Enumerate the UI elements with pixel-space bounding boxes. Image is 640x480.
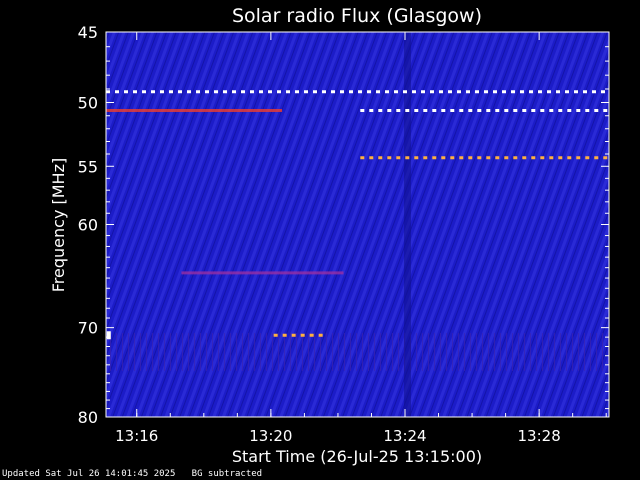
y-axis-label: Frequency [MHz] <box>49 158 68 292</box>
y-tick-label: 70 <box>78 319 98 338</box>
x-tick-label: 13:28 <box>518 427 561 445</box>
status-line: Updated Sat Jul 26 14:01:45 2025 BG subt… <box>2 469 262 479</box>
x-tick-label: 13:20 <box>249 427 292 445</box>
time-dropout-stripe <box>404 32 411 417</box>
spectrogram-chart: 13:16 13:20 13:24 13:28 45 50 55 60 70 80 Solar … <box>49 5 610 466</box>
y-tick-label: 80 <box>78 408 98 427</box>
x-axis-label: Start Time (26-Jul-25 13:15:00) <box>232 447 482 466</box>
y-tick-label: 50 <box>78 94 98 113</box>
x-tick-label: 13:16 <box>115 427 158 445</box>
y-tick-label: 45 <box>78 23 98 42</box>
emission-band <box>106 108 283 112</box>
plot-area <box>106 32 609 417</box>
emission-band <box>181 271 344 275</box>
bg-subtracted-note: BG subtracted <box>191 469 263 479</box>
y-tick-label: 55 <box>78 157 98 176</box>
x-tick-label: 13:24 <box>383 427 426 445</box>
spectrogram-noise-region <box>106 333 609 371</box>
updated-timestamp: Updated Sat Jul 26 14:01:45 2025 <box>2 469 176 479</box>
emission-spot <box>106 331 111 340</box>
y-tick-label: 60 <box>78 216 98 235</box>
chart-title: Solar radio Flux (Glasgow) <box>232 5 482 27</box>
